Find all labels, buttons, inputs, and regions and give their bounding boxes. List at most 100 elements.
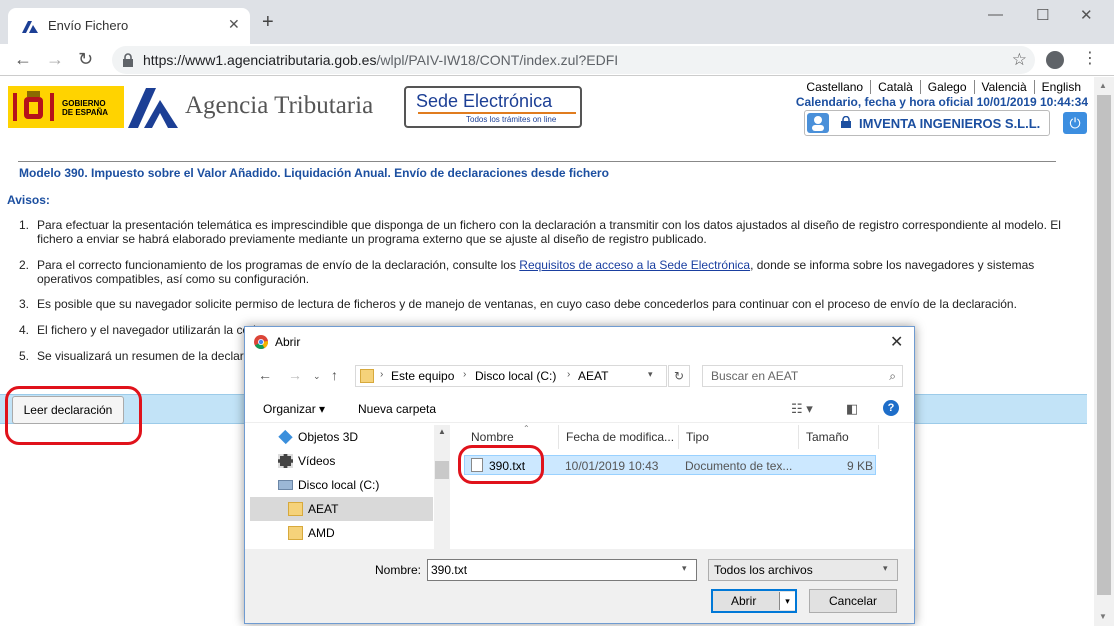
navigation-scrollbar[interactable]: ▲ [434, 425, 450, 549]
page-scrollbar[interactable]: ▲ ▼ [1094, 77, 1114, 626]
chrome-icon [254, 335, 268, 349]
breadcrumb-este-equipo[interactable]: Este equipo [391, 369, 454, 383]
lang-valencia[interactable]: Valencià [973, 80, 1034, 94]
recent-dropdown-icon[interactable]: ⌄ [313, 371, 321, 382]
column-header-tamano[interactable]: Tamaño [806, 430, 849, 450]
list-item: 1. Para efectuar la presentación telemáti… [19, 218, 1061, 246]
avisos-heading: Avisos: [7, 193, 50, 207]
column-separator[interactable] [798, 425, 799, 449]
reload-icon[interactable]: ↻ [78, 49, 93, 69]
drive-icon [278, 480, 293, 490]
window-close-icon[interactable]: ✕ [1080, 6, 1093, 24]
scroll-up-icon[interactable]: ▲ [1099, 81, 1107, 90]
sede-electronica-logo[interactable]: Sede Electrónica Todos los trámites on l… [404, 86, 582, 128]
user-box[interactable]: IMVENTA INGENIEROS S.L.L. [804, 110, 1050, 136]
open-button[interactable]: Abrir ▾ [711, 589, 797, 613]
new-tab-icon[interactable]: + [262, 12, 274, 32]
breadcrumb-chevron-icon[interactable]: › [380, 369, 383, 380]
open-split-chevron-icon[interactable]: ▾ [779, 592, 795, 610]
profile-avatar-icon[interactable] [1046, 51, 1064, 69]
minimize-icon[interactable]: — [988, 6, 1003, 23]
back-icon[interactable]: ← [14, 49, 32, 69]
video-icon [278, 454, 293, 468]
refresh-icon[interactable]: ↻ [668, 365, 690, 387]
browser-titlebar: Envío Fichero ✕ + — ☐ ✕ [0, 0, 1114, 44]
open-file-dialog: Abrir ✕ ← → ⌄ ↑ › Este equipo › Disco lo… [244, 326, 915, 624]
scrollbar-thumb[interactable] [435, 461, 449, 479]
user-icon [807, 113, 829, 133]
breadcrumb-chevron-icon[interactable]: › [463, 369, 466, 380]
tab-close-icon[interactable]: ✕ [228, 16, 240, 33]
address-bar[interactable]: https://www1.agenciatributaria.gob.es/wl… [112, 46, 1035, 74]
forward-icon[interactable]: → [46, 49, 64, 69]
highlight-circle [458, 445, 544, 484]
chrome-menu-icon[interactable]: ⋮ [1082, 50, 1098, 68]
browser-toolbar: ← → ↻ https://www1.agenciatributaria.gob… [0, 44, 1114, 76]
lang-catala[interactable]: Català [870, 80, 920, 94]
breadcrumb[interactable]: › Este equipo › Disco local (C:) › AEAT … [355, 365, 667, 387]
breadcrumb-disco-local[interactable]: Disco local (C:) [475, 369, 556, 383]
folder-icon [288, 502, 303, 516]
filename-input[interactable]: 390.txt [427, 559, 697, 581]
requisitos-link[interactable]: Requisitos de acceso a la Sede Electróni… [519, 258, 750, 272]
nav-item-objetos-3d[interactable]: Objetos 3D [250, 425, 433, 449]
scroll-down-icon[interactable]: ▼ [1099, 612, 1107, 621]
new-folder-button[interactable]: Nueva carpeta [358, 402, 436, 416]
page-title: Modelo 390. Impuesto sobre el Valor Añad… [19, 166, 609, 180]
file-size: 9 KB [847, 459, 874, 473]
chevron-down-icon[interactable]: ▾ [682, 563, 687, 574]
column-header-fecha[interactable]: Fecha de modifica... [566, 430, 674, 450]
file-date: 10/01/2019 10:43 [565, 459, 659, 473]
organize-menu[interactable]: Organizar ▾ [263, 402, 325, 416]
lang-english[interactable]: English [1033, 80, 1088, 94]
file-type-select[interactable]: Todos los archivos [708, 559, 898, 581]
column-separator[interactable] [878, 425, 879, 449]
chevron-down-icon[interactable]: ▾ [648, 369, 653, 380]
back-icon[interactable]: ← [258, 367, 272, 383]
agency-name: Agencia Tributaria [185, 92, 374, 119]
dialog-footer: Nombre: 390.txt ▾ Todos los archivos ▾ A… [245, 549, 914, 623]
up-icon[interactable]: ↑ [331, 367, 338, 383]
maximize-icon[interactable]: ☐ [1036, 6, 1049, 24]
cube-3d-icon [278, 429, 293, 445]
dialog-close-icon[interactable]: ✕ [890, 332, 903, 352]
scrollbar-thumb[interactable] [1097, 95, 1111, 595]
cancel-button[interactable]: Cancelar [809, 589, 897, 613]
nav-item-aeat[interactable]: AEAT [250, 497, 433, 521]
folder-icon [360, 369, 374, 383]
breadcrumb-chevron-icon[interactable]: › [567, 369, 570, 380]
dialog-title: Abrir [275, 335, 301, 349]
coat-of-arms-icon [13, 91, 54, 121]
sede-underline [418, 112, 576, 114]
gobierno-espana-logo[interactable]: GOBIERNO DE ESPAÑA [8, 86, 124, 128]
divider [18, 161, 1056, 162]
search-input[interactable]: Buscar en AEAT ⌕ [702, 365, 903, 387]
view-options-icon[interactable]: ☷ ▾ [791, 401, 813, 417]
folder-icon [288, 526, 303, 540]
nav-item-amd[interactable]: AMD [250, 521, 433, 545]
dialog-command-bar: Organizar ▾ Nueva carpeta ☷ ▾ ◧ ? [245, 395, 914, 423]
column-header-tipo[interactable]: Tipo [686, 430, 709, 450]
breadcrumb-aeat[interactable]: AEAT [578, 369, 608, 383]
lang-castellano[interactable]: Castellano [799, 80, 870, 94]
preview-pane-icon[interactable]: ◧ [846, 401, 858, 417]
scroll-up-icon[interactable]: ▲ [438, 427, 446, 436]
browser-tab[interactable]: Envío Fichero ✕ [8, 8, 250, 44]
chevron-down-icon[interactable]: ▾ [883, 563, 888, 574]
column-separator[interactable] [678, 425, 679, 449]
user-name: IMVENTA INGENIEROS S.L.L. [859, 116, 1041, 131]
official-calendar-link[interactable]: Calendario, fecha y hora oficial 10/01/2… [796, 95, 1088, 109]
column-separator[interactable] [558, 425, 559, 449]
logout-power-icon[interactable]: ⏻ [1063, 112, 1087, 134]
lang-galego[interactable]: Galego [919, 80, 974, 94]
nav-item-videos[interactable]: Vídeos [250, 449, 433, 473]
filename-label: Nombre: [375, 563, 422, 577]
bookmark-star-icon[interactable]: ☆ [1012, 50, 1027, 70]
forward-icon[interactable]: → [288, 367, 302, 383]
help-icon[interactable]: ? [883, 400, 899, 416]
aeat-logo-icon[interactable] [128, 86, 180, 130]
nav-item-disco-local[interactable]: Disco local (C:) [250, 473, 433, 497]
sort-up-icon: ⌃ [523, 424, 530, 433]
language-selector: Castellano Català Galego Valencià Englis… [799, 80, 1088, 94]
list-item: 2. Para el correcto funcionamiento de lo… [19, 258, 1035, 286]
